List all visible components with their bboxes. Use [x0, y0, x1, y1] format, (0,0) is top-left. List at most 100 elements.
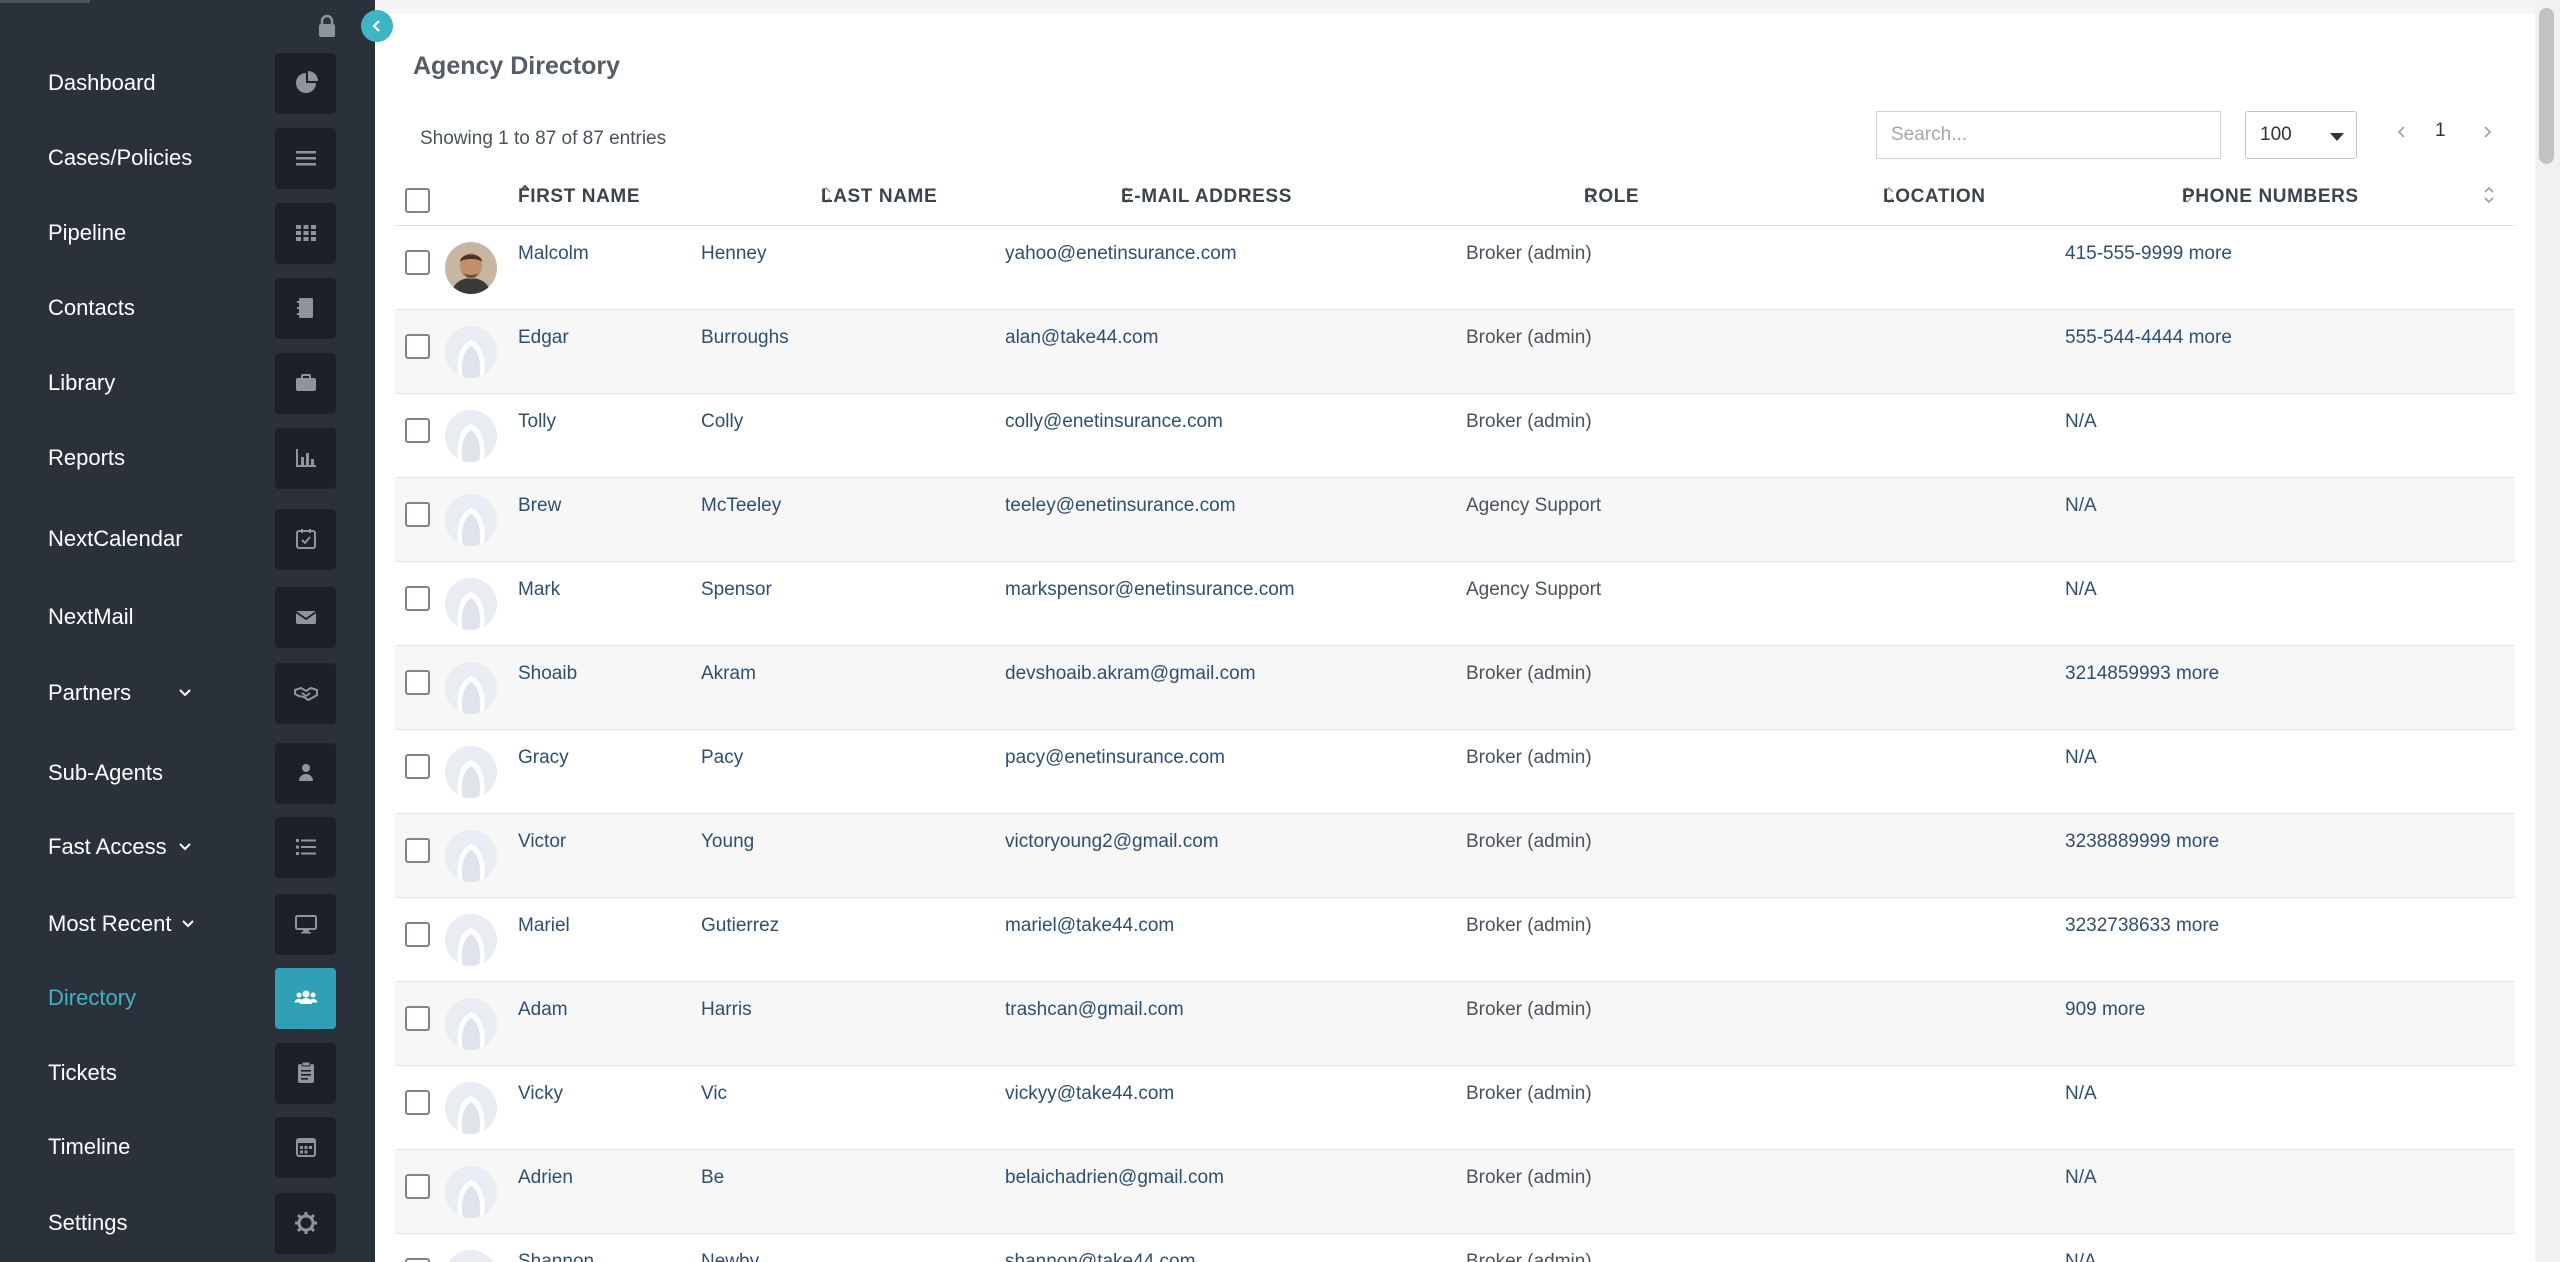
- row-checkbox[interactable]: [405, 334, 430, 359]
- table-row[interactable]: Adrien Be belaichadrien@gmail.com Broker…: [395, 1150, 2515, 1234]
- table-row[interactable]: Vicky Vic vickyy@take44.com Broker (admi…: [395, 1066, 2515, 1150]
- first-name-cell[interactable]: Tolly: [518, 411, 556, 433]
- email-cell[interactable]: victoryoung2@gmail.com: [1005, 831, 1219, 853]
- phone-cell[interactable]: N/A: [2065, 1083, 2097, 1105]
- email-cell[interactable]: yahoo@enetinsurance.com: [1005, 243, 1237, 265]
- table-row[interactable]: Adam Harris trashcan@gmail.com Broker (a…: [395, 982, 2515, 1066]
- last-name-cell[interactable]: Colly: [701, 411, 743, 433]
- last-name-cell[interactable]: Be: [701, 1167, 724, 1189]
- sidebar-item-settings[interactable]: Settings: [0, 1192, 375, 1254]
- sidebar-item-library[interactable]: Library: [0, 352, 375, 414]
- row-checkbox[interactable]: [405, 1174, 430, 1199]
- first-name-cell[interactable]: Adam: [518, 999, 568, 1021]
- email-cell[interactable]: alan@take44.com: [1005, 327, 1158, 349]
- email-cell[interactable]: shannon@take44.com: [1005, 1251, 1195, 1262]
- sidebar-item-partners[interactable]: Partners: [0, 662, 375, 724]
- scrollbar-track[interactable]: [2535, 0, 2560, 1262]
- first-name-cell[interactable]: Edgar: [518, 327, 569, 349]
- phone-cell[interactable]: 3238889999 more: [2065, 831, 2219, 853]
- previous-page-button[interactable]: [2394, 120, 2410, 144]
- first-name-cell[interactable]: Shoaib: [518, 663, 577, 685]
- table-row[interactable]: Mark Spensor markspensor@enetinsurance.c…: [395, 562, 2515, 646]
- email-cell[interactable]: teeley@enetinsurance.com: [1005, 495, 1236, 517]
- sidebar-item-fast-access[interactable]: Fast Access: [0, 816, 375, 878]
- column-email[interactable]: E-MAIL ADDRESS: [1121, 186, 1292, 208]
- first-name-cell[interactable]: Vicky: [518, 1083, 563, 1105]
- row-checkbox[interactable]: [405, 1258, 430, 1262]
- last-name-cell[interactable]: Vic: [701, 1083, 727, 1105]
- email-cell[interactable]: colly@enetinsurance.com: [1005, 411, 1223, 433]
- sidebar-item-pipeline[interactable]: Pipeline: [0, 202, 375, 264]
- phone-cell[interactable]: 3214859993 more: [2065, 663, 2219, 685]
- row-checkbox[interactable]: [405, 754, 430, 779]
- phone-cell[interactable]: N/A: [2065, 495, 2097, 517]
- first-name-cell[interactable]: Brew: [518, 495, 561, 517]
- phone-cell[interactable]: N/A: [2065, 1167, 2097, 1189]
- sidebar-item-sub-agents[interactable]: Sub-Agents: [0, 742, 375, 804]
- phone-cell[interactable]: 3232738633 more: [2065, 915, 2219, 937]
- email-cell[interactable]: pacy@enetinsurance.com: [1005, 747, 1225, 769]
- column-first-name[interactable]: FIRST NAME: [518, 186, 640, 208]
- column-role[interactable]: ROLE: [1584, 186, 1639, 208]
- first-name-cell[interactable]: Shannon: [518, 1251, 594, 1262]
- page-size-select[interactable]: 100: [2245, 111, 2357, 159]
- phone-cell[interactable]: 909 more: [2065, 999, 2145, 1021]
- phone-cell[interactable]: N/A: [2065, 411, 2097, 433]
- first-name-cell[interactable]: Malcolm: [518, 243, 589, 265]
- last-name-cell[interactable]: Harris: [701, 999, 752, 1021]
- phone-cell[interactable]: N/A: [2065, 1251, 2097, 1262]
- row-checkbox[interactable]: [405, 670, 430, 695]
- first-name-cell[interactable]: Mariel: [518, 915, 570, 937]
- current-page[interactable]: 1: [2435, 120, 2446, 142]
- phone-cell[interactable]: 555-544-4444 more: [2065, 327, 2232, 349]
- row-checkbox[interactable]: [405, 502, 430, 527]
- last-name-cell[interactable]: Newby: [701, 1251, 759, 1262]
- column-last-name[interactable]: LAST NAME: [821, 186, 937, 208]
- sidebar-item-nextmail[interactable]: NextMail: [0, 586, 375, 648]
- column-location[interactable]: LOCATION: [1883, 186, 1986, 208]
- email-cell[interactable]: markspensor@enetinsurance.com: [1005, 579, 1295, 601]
- phone-cell[interactable]: N/A: [2065, 579, 2097, 601]
- sidebar-item-most-recent[interactable]: Most Recent: [0, 893, 375, 955]
- sidebar-item-tickets[interactable]: Tickets: [0, 1042, 375, 1104]
- column-phone-numbers[interactable]: PHONE NUMBERS: [2182, 186, 2359, 208]
- sidebar-item-reports[interactable]: Reports: [0, 427, 375, 489]
- sidebar-item-contacts[interactable]: Contacts: [0, 277, 375, 339]
- last-name-cell[interactable]: Akram: [701, 663, 756, 685]
- sidebar-item-dashboard[interactable]: Dashboard: [0, 52, 375, 114]
- row-checkbox[interactable]: [405, 1090, 430, 1115]
- email-cell[interactable]: trashcan@gmail.com: [1005, 999, 1184, 1021]
- table-row[interactable]: Shoaib Akram devshoaib.akram@gmail.com B…: [395, 646, 2515, 730]
- table-row[interactable]: Shannon Newby shannon@take44.com Broker …: [395, 1234, 2515, 1262]
- last-name-cell[interactable]: Spensor: [701, 579, 772, 601]
- phone-cell[interactable]: 415-555-9999 more: [2065, 243, 2232, 265]
- table-row[interactable]: Tolly Colly colly@enetinsurance.com Brok…: [395, 394, 2515, 478]
- last-name-cell[interactable]: McTeeley: [701, 495, 781, 517]
- row-checkbox[interactable]: [405, 418, 430, 443]
- last-name-cell[interactable]: Young: [701, 831, 754, 853]
- sidebar-item-nextcalendar[interactable]: NextCalendar: [0, 508, 375, 570]
- lock-icon[interactable]: [316, 14, 338, 38]
- sidebar-item-timeline[interactable]: Timeline: [0, 1116, 375, 1178]
- last-name-cell[interactable]: Henney: [701, 243, 767, 265]
- select-all-checkbox[interactable]: [405, 188, 430, 213]
- row-checkbox[interactable]: [405, 586, 430, 611]
- row-checkbox[interactable]: [405, 922, 430, 947]
- last-name-cell[interactable]: Gutierrez: [701, 915, 779, 937]
- last-name-cell[interactable]: Burroughs: [701, 327, 789, 349]
- table-row[interactable]: Edgar Burroughs alan@take44.com Broker (…: [395, 310, 2515, 394]
- sidebar-item-cases-policies[interactable]: Cases/Policies: [0, 127, 375, 189]
- last-name-cell[interactable]: Pacy: [701, 747, 743, 769]
- row-checkbox[interactable]: [405, 838, 430, 863]
- table-row[interactable]: Malcolm Henney yahoo@enetinsurance.com B…: [395, 226, 2515, 310]
- first-name-cell[interactable]: Adrien: [518, 1167, 573, 1189]
- email-cell[interactable]: vickyy@take44.com: [1005, 1083, 1174, 1105]
- row-checkbox[interactable]: [405, 1006, 430, 1031]
- row-checkbox[interactable]: [405, 250, 430, 275]
- phone-cell[interactable]: N/A: [2065, 747, 2097, 769]
- sort-icon[interactable]: [2482, 184, 2496, 206]
- first-name-cell[interactable]: Mark: [518, 579, 560, 601]
- email-cell[interactable]: mariel@take44.com: [1005, 915, 1174, 937]
- table-row[interactable]: Victor Young victoryoung2@gmail.com Brok…: [395, 814, 2515, 898]
- sidebar-item-directory[interactable]: Directory: [0, 967, 375, 1029]
